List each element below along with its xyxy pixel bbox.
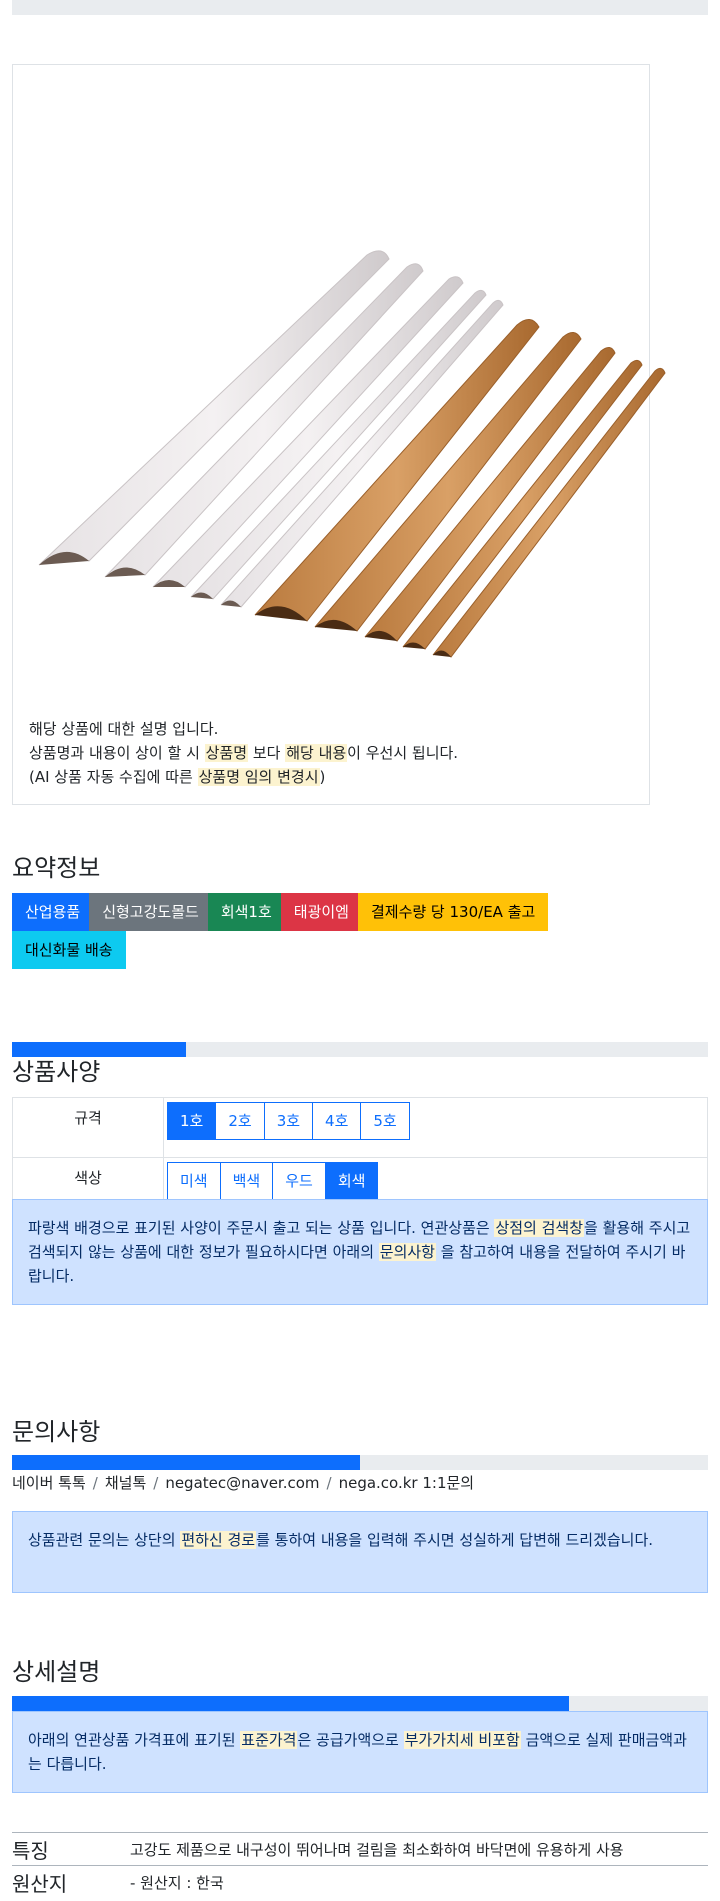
feature-row: 특징 고강도 제품으로 내구성이 뛰어나며 걸림을 최소화하여 바닥면에 유용하… (12, 1832, 708, 1866)
inquiry-progress-fill (12, 1455, 360, 1470)
description-text: 상품명과 내용이 상이 할 시 (29, 744, 205, 762)
size-option-button[interactable]: 3호 (263, 1102, 314, 1140)
highlight-name-change: 상품명 임의 변경시 (197, 768, 320, 786)
contact-link[interactable]: 채널톡 (105, 1474, 146, 1492)
spec-row-size: 규격 1호 2호 3호 4호 5호 (12, 1097, 708, 1158)
description-text: (AI 상품 자동 수집에 따른 (29, 768, 198, 786)
highlight-vat: 부가가치세 비포함 (403, 1731, 521, 1749)
summary-badges: 산업용품 신형고강도몰드 회색1호 태광이엠 결제수량 당 130/EA 출고대신화물 … (12, 893, 622, 969)
product-description: 해당 상품에 대한 설명 입니다. 상품명과 내용이 상이 할 시 상품명 보다… (29, 717, 458, 789)
description-text: 보다 (248, 744, 286, 762)
inquiry-progress (12, 1455, 708, 1470)
feature-table: 특징 고강도 제품으로 내구성이 뛰어나며 걸림을 최소화하여 바닥면에 유용하… (12, 1832, 708, 1898)
color-button-group: 미색 백색 우드 회색 (167, 1162, 379, 1200)
contact-link[interactable]: 네이버 톡톡 (12, 1474, 86, 1492)
breadcrumb-separator: / (153, 1474, 159, 1492)
highlight-content: 해당 내용 (285, 744, 348, 762)
size-option-button[interactable]: 5호 (360, 1102, 410, 1140)
spec-size-options: 1호 2호 3호 4호 5호 (163, 1097, 708, 1158)
spec-progress-fill (12, 1042, 186, 1057)
summary-title: 요약정보 (12, 854, 101, 882)
spec-progress (12, 1042, 708, 1057)
notice-text: 파랑색 배경으로 표기된 사양이 주문시 출고 되는 상품 입니다. 연관상품은 (28, 1219, 495, 1237)
detail-title: 상세설명 (12, 1658, 101, 1686)
highlight-store-search: 상점의 검색창 (494, 1219, 585, 1237)
description-line-1: 해당 상품에 대한 설명 입니다. (29, 720, 219, 738)
feature-row: 원산지 - 원산지 : 한국 (12, 1865, 708, 1898)
feature-value: - 원산지 : 한국 (130, 1865, 708, 1898)
summary-badge: 결제수량 당 130/EA 출고 (357, 893, 549, 931)
size-option-button[interactable]: 2호 (215, 1102, 265, 1140)
color-option-button[interactable]: 백색 (219, 1162, 274, 1200)
spec-size-label: 규격 (12, 1097, 164, 1158)
summary-badge: 산업용품 (12, 893, 94, 931)
color-option-button[interactable]: 회색 (324, 1162, 379, 1200)
size-option-button[interactable]: 1호 (167, 1102, 217, 1140)
detail-progress (12, 1696, 708, 1711)
color-option-button[interactable]: 우드 (272, 1162, 326, 1200)
notice-text: 상품관련 문의는 상단의 (28, 1531, 181, 1549)
description-text: 이 우선시 됩니다. (347, 744, 459, 762)
size-option-button[interactable]: 4호 (312, 1102, 362, 1140)
detail-progress-fill (12, 1696, 569, 1711)
notice-text: 아래의 연관상품 가격표에 표기된 (28, 1731, 241, 1749)
color-option-button[interactable]: 미색 (167, 1162, 221, 1200)
product-image (38, 250, 666, 658)
contact-breadcrumb: 네이버 톡톡 / 채널톡 / negatec@naver.com / nega.co.kr … (12, 1472, 474, 1493)
notice-text: 은 공급가액으로 (297, 1731, 404, 1749)
description-line-3: (AI 상품 자동 수집에 따른 상품명 임의 변경시) (29, 765, 458, 789)
detail-notice: 아래의 연관상품 가격표에 표기된 표준가격은 공급가액으로 부가가치세 비포함… (12, 1711, 708, 1793)
breadcrumb-separator: / (326, 1474, 332, 1492)
spec-notice: 파랑색 배경으로 표기된 사양이 주문시 출고 되는 상품 입니다. 연관상품은… (12, 1199, 708, 1305)
description-line-2: 상품명과 내용이 상이 할 시 상품명 보다 해당 내용이 우선시 됩니다. (29, 741, 458, 765)
highlight-standard-price: 표준가격 (240, 1731, 298, 1749)
contact-link[interactable]: nega.co.kr 1:1문의 (339, 1474, 475, 1492)
highlight-product-name: 상품명 (204, 744, 249, 762)
size-button-group: 1호 2호 3호 4호 5호 (167, 1102, 410, 1140)
spec-title: 상품사양 (12, 1058, 101, 1086)
product-card: 해당 상품에 대한 설명 입니다. 상품명과 내용이 상이 할 시 상품명 보다… (12, 64, 666, 805)
feature-key: 특징 (12, 1832, 130, 1866)
summary-badge: 신형고강도몰드 (89, 893, 212, 931)
inquiry-title: 문의사항 (12, 1418, 101, 1446)
summary-badge: 태광이엠 (280, 893, 362, 931)
summary-badge: 회색1호 (207, 893, 285, 931)
highlight-inquiry: 문의사항 (378, 1243, 436, 1261)
top-progress-track (12, 0, 708, 15)
breadcrumb-separator: / (92, 1474, 98, 1492)
highlight-route: 편하신 경로 (180, 1531, 257, 1549)
feature-value: 고강도 제품으로 내구성이 뛰어나며 걸림을 최소화하여 바닥면에 유용하게 사… (130, 1832, 708, 1866)
notice-text: 를 통하여 내용을 입력해 주시면 성실하게 답변해 드리겠습니다. (256, 1531, 654, 1549)
inquiry-notice: 상품관련 문의는 상단의 편하신 경로를 통하여 내용을 입력해 주시면 성실하… (12, 1511, 708, 1593)
feature-key: 원산지 (12, 1865, 130, 1898)
summary-badge: 대신화물 배송 (12, 931, 126, 969)
description-text: ) (319, 768, 326, 786)
contact-link[interactable]: negatec@naver.com (165, 1474, 319, 1492)
